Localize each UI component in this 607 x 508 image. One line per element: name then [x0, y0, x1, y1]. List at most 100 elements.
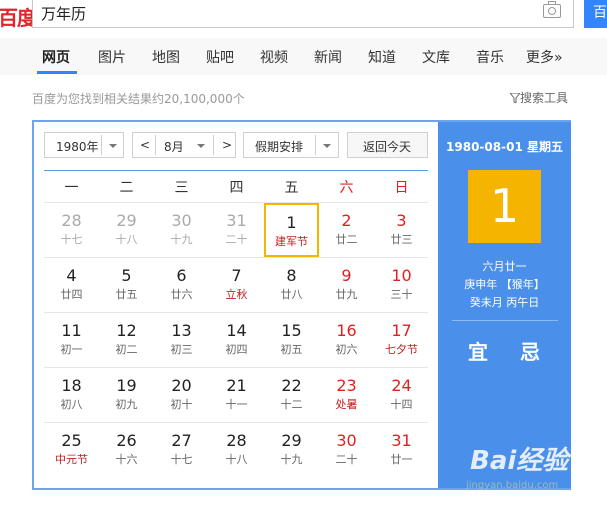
tab-zhidao[interactable]: 知道	[368, 47, 396, 67]
day-cell[interactable]: 31 廿一	[374, 423, 429, 477]
day-cell[interactable]: 16 初六	[319, 313, 374, 367]
yi-label[interactable]: 宜	[468, 336, 488, 365]
day-cell[interactable]: 29 十八	[99, 203, 154, 257]
day-cell[interactable]: 30 二十	[319, 423, 374, 477]
day-cell[interactable]: 30 十九	[154, 203, 209, 257]
year-select[interactable]: 1980年	[44, 132, 124, 158]
day-number: 12	[116, 321, 137, 340]
tab-tieba[interactable]: 贴吧	[206, 47, 234, 67]
day-cell[interactable]: 12 初二	[99, 313, 154, 367]
day-cell-selected[interactable]: 1 建军节	[264, 203, 319, 257]
camera-icon[interactable]	[543, 1, 561, 18]
day-cell[interactable]: 17 七夕节	[374, 313, 429, 367]
day-cell[interactable]: 3 廿三	[374, 203, 429, 257]
lunar-day-label: 廿三	[390, 233, 413, 246]
lunar-day-label: 初四	[225, 343, 248, 356]
day-cell[interactable]: 6 廿六	[154, 258, 209, 312]
day-number: 7	[231, 266, 242, 285]
day-cell[interactable]: 18 初八	[44, 368, 99, 422]
day-cell[interactable]: 23 处暑	[319, 368, 374, 422]
tab-maps[interactable]: 地图	[152, 47, 180, 67]
day-cell[interactable]: 31 二十	[209, 203, 264, 257]
prev-month-arrow[interactable]: <	[140, 138, 150, 152]
day-number: 30	[336, 431, 357, 450]
tab-news[interactable]: 新闻	[314, 47, 342, 67]
day-cell[interactable]: 22 十二	[264, 368, 319, 422]
chevron-down-icon	[197, 144, 205, 148]
tab-more[interactable]: 更多»	[526, 47, 563, 67]
day-number: 29	[116, 211, 137, 230]
tab-music[interactable]: 音乐	[476, 47, 504, 67]
day-cell[interactable]: 8 廿八	[264, 258, 319, 312]
day-number: 17	[391, 321, 412, 340]
day-cell[interactable]: 20 初十	[154, 368, 209, 422]
day-cell[interactable]: 13 初三	[154, 313, 209, 367]
next-month-arrow[interactable]: >	[222, 138, 232, 152]
day-cell[interactable]: 7 立秋	[209, 258, 264, 312]
today-button[interactable]: 返回今天	[347, 132, 428, 158]
day-cell[interactable]: 15 初五	[264, 313, 319, 367]
result-count: 百度为您找到相关结果约20,100,000个	[32, 92, 245, 106]
search-box[interactable]	[32, 0, 574, 28]
lunar-day-label: 十六	[115, 453, 138, 466]
tab-wenku[interactable]: 文库	[422, 47, 450, 67]
day-number: 11	[61, 321, 82, 340]
day-number: 29	[281, 431, 302, 450]
day-cell[interactable]: 14 初四	[209, 313, 264, 367]
lunar-date: 六月廿一	[482, 260, 527, 273]
tab-video[interactable]: 视频	[260, 47, 288, 67]
lunar-day-label: 十九	[170, 233, 193, 246]
day-cell[interactable]: 25 中元节	[44, 423, 99, 477]
search-tools-label: 搜索工具	[520, 91, 569, 105]
day-number: 31	[391, 431, 412, 450]
search-button[interactable]: 百	[584, 0, 607, 28]
day-number: 6	[176, 266, 187, 285]
day-cell[interactable]: 28 十八	[209, 423, 264, 477]
ganzhi-month-day: 癸未月 丙午日	[469, 296, 540, 309]
tab-images[interactable]: 图片	[98, 47, 126, 67]
baidu-logo[interactable]: 百度	[0, 2, 37, 31]
day-number: 3	[396, 211, 407, 230]
day-number: 5	[121, 266, 132, 285]
day-cell[interactable]: 11 初一	[44, 313, 99, 367]
day-cell[interactable]: 21 十一	[209, 368, 264, 422]
day-number: 9	[341, 266, 352, 285]
big-day-number: 1	[468, 170, 541, 243]
weekday-header: 一	[64, 180, 79, 196]
lunar-day-label: 十七	[170, 453, 193, 466]
day-cell[interactable]: 24 十四	[374, 368, 429, 422]
day-number: 8	[286, 266, 297, 285]
day-number: 19	[116, 376, 137, 395]
day-cell[interactable]: 2 廿二	[319, 203, 374, 257]
day-cell[interactable]: 4 廿四	[44, 258, 99, 312]
lunar-day-label: 廿四	[60, 288, 83, 301]
tab-web[interactable]: 网页	[42, 47, 70, 67]
holiday-select[interactable]: 假期安排	[243, 132, 339, 158]
day-cell[interactable]: 9 廿九	[319, 258, 374, 312]
search-input[interactable]	[33, 0, 513, 26]
ji-label[interactable]: 忌	[520, 336, 540, 365]
day-cell[interactable]: 29 十九	[264, 423, 319, 477]
day-cell[interactable]: 28 十七	[44, 203, 99, 257]
day-cell[interactable]: 19 初九	[99, 368, 154, 422]
lunar-day-label: 十四	[390, 398, 413, 411]
day-number: 25	[61, 431, 82, 450]
month-picker[interactable]: < 8月 >	[132, 132, 236, 158]
year-select-value: 1980年	[56, 140, 99, 154]
ganzhi-year: 庚申年 【猴年】	[464, 278, 545, 291]
watermark-url: jingyan.baidu.com	[466, 480, 559, 491]
day-cell[interactable]: 10 三十	[374, 258, 429, 312]
search-tools-button[interactable]: 搜索工具	[508, 89, 569, 106]
day-cell[interactable]: 5 廿五	[99, 258, 154, 312]
month-select-value[interactable]: 8月	[164, 138, 184, 155]
calendar-widget: 1980年 < 8月 > 假期安排 返回今天 一二三四五六日 28 十七 29 十八 30…	[32, 120, 571, 490]
chevron-down-icon	[323, 144, 331, 148]
day-number: 2	[341, 211, 352, 230]
lunar-day-label: 廿二	[335, 233, 358, 246]
weekday-header: 二	[119, 180, 134, 196]
lunar-day-label: 十七	[60, 233, 83, 246]
day-cell[interactable]: 26 十六	[99, 423, 154, 477]
day-number: 28	[61, 211, 82, 230]
day-cell[interactable]: 27 十七	[154, 423, 209, 477]
today-button-label: 返回今天	[363, 140, 412, 154]
